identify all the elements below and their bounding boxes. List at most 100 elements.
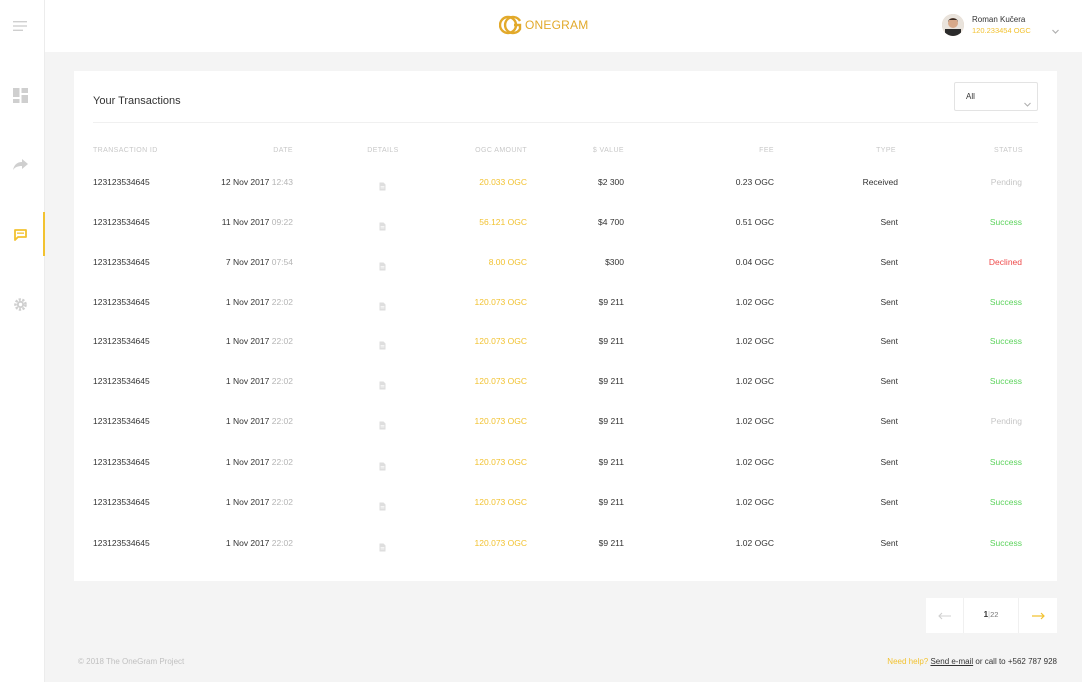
dashboard-icon[interactable] [11,86,29,104]
date-value: 1 Nov 2017 [225,457,270,467]
page-title: Your Transactions [93,95,181,107]
table-row[interactable]: 123123534645 1 Nov 2017 22:02 120.073 OGC $… [74,487,1057,527]
date-value: 12 Nov 2017 [221,177,270,187]
time-value: 22:02 [271,538,293,548]
arrow-left-icon [937,612,951,619]
status-badge: Pending [990,177,1022,187]
transaction-date: 1 Nov 2017 22:02 [226,457,293,467]
table-row[interactable]: 123123534645 11 Nov 2017 09:22 56.121 OGC $… [74,207,1057,247]
settings-icon[interactable] [11,295,29,313]
column-header-ogc-amount[interactable]: OGC AMOUNT [475,147,527,154]
time-value: 22:02 [271,376,293,386]
filter-select[interactable]: All [954,82,1038,111]
document-icon[interactable] [379,498,386,516]
column-header-type[interactable]: TYPE [876,147,896,154]
document-icon[interactable] [379,218,386,236]
date-value: 1 Nov 2017 [225,538,270,548]
transaction-type: Sent [880,336,899,346]
fee: 0.23 OGC [735,177,774,187]
prev-page-button[interactable] [926,598,964,633]
filter-value: All [966,92,975,101]
dollar-value: $9 211 [598,457,624,467]
time-value: 22:02 [271,416,293,426]
date-value: 1 Nov 2017 [225,376,270,386]
column-header-date[interactable]: DATE [273,147,293,154]
transactions-icon[interactable] [11,225,29,243]
dollar-value: $9 211 [598,376,624,386]
dollar-value: $9 211 [598,416,624,426]
pagination: 1|22 [926,598,1057,633]
ogc-amount: 120.073 OGC [474,336,527,346]
document-icon[interactable] [379,258,386,276]
table-row[interactable]: 123123534645 1 Nov 2017 22:02 120.073 OGC $… [74,326,1057,366]
total-pages: 22 [990,610,999,619]
transaction-id: 123123534645 [93,177,150,187]
column-header-details[interactable]: DETAILS [353,147,413,154]
column-header-transaction-id[interactable]: TRANSACTION ID [93,147,158,154]
user-name: Roman Kučera [972,15,1026,24]
time-value: 09:22 [271,217,293,227]
document-icon[interactable] [379,458,386,476]
transaction-id: 123123534645 [93,497,150,507]
fee: 1.02 OGC [735,336,774,346]
document-icon[interactable] [379,539,386,557]
dollar-value: $2 300 [598,177,624,187]
table-row[interactable]: 123123534645 12 Nov 2017 12:43 20.033 OGC $… [74,167,1057,207]
time-value: 07:54 [271,257,293,267]
logo-mark-icon [499,15,522,35]
transaction-id: 123123534645 [93,257,150,267]
transaction-id: 123123534645 [93,538,150,548]
status-badge: Success [989,217,1022,227]
user-menu[interactable]: Roman Kučera 120.233454 OGC [942,14,1031,36]
onegram-logo[interactable]: ONEGRAM [499,14,588,36]
column-header-value[interactable]: $ VALUE [593,147,624,154]
chevron-down-icon[interactable] [1052,21,1059,39]
column-header-fee[interactable]: FEE [759,147,774,154]
transaction-type: Sent [880,497,899,507]
status-badge: Success [989,497,1022,507]
column-header-status[interactable]: STATUS [994,147,1023,154]
user-balance: 120.233454 OGC [972,26,1031,35]
fee: 1.02 OGC [735,416,774,426]
table-row[interactable]: 123123534645 1 Nov 2017 22:02 120.073 OGC $… [74,406,1057,446]
table-row[interactable]: 123123534645 1 Nov 2017 22:02 120.073 OGC $… [74,366,1057,406]
document-icon[interactable] [379,337,386,355]
time-value: 22:02 [271,297,293,307]
transaction-date: 1 Nov 2017 22:02 [226,297,293,307]
fee: 1.02 OGC [735,457,774,467]
status-badge: Success [989,336,1022,346]
divider [93,122,1038,123]
table-row[interactable]: 123123534645 1 Nov 2017 22:02 120.073 OGC $… [74,447,1057,487]
transaction-id: 123123534645 [93,376,150,386]
document-icon[interactable] [379,298,386,316]
transaction-type: Sent [880,457,899,467]
fee: 1.02 OGC [735,297,774,307]
transaction-id: 123123534645 [93,336,150,346]
transaction-date: 12 Nov 2017 12:43 [221,177,293,187]
transaction-type: Sent [880,416,899,426]
status-badge: Pending [990,416,1022,426]
fee: 0.51 OGC [735,217,774,227]
menu-icon[interactable] [11,17,29,35]
table-row[interactable]: 123123534645 1 Nov 2017 22:02 120.073 OGC $… [74,528,1057,568]
ogc-amount: 120.073 OGC [474,457,527,467]
document-icon[interactable] [379,178,386,196]
transaction-date: 1 Nov 2017 22:02 [226,497,293,507]
transaction-id: 123123534645 [93,416,150,426]
time-value: 22:02 [271,457,293,467]
send-icon[interactable] [11,156,29,174]
page-indicator: 1|22 [964,610,1018,619]
send-email-link[interactable]: Send e-mail [930,657,973,666]
document-icon[interactable] [379,377,386,395]
transaction-type: Sent [880,217,899,227]
table-row[interactable]: 123123534645 7 Nov 2017 07:54 8.00 OGC $300… [74,247,1057,287]
transaction-type: Sent [880,376,899,386]
ogc-amount: 120.073 OGC [474,497,527,507]
fee: 1.02 OGC [735,376,774,386]
transaction-date: 7 Nov 2017 07:54 [226,257,293,267]
table-row[interactable]: 123123534645 1 Nov 2017 22:02 120.073 OGC $… [74,287,1057,327]
fee: 1.02 OGC [735,497,774,507]
time-value: 22:02 [271,336,293,346]
document-icon[interactable] [379,417,386,435]
next-page-button[interactable] [1018,598,1057,633]
